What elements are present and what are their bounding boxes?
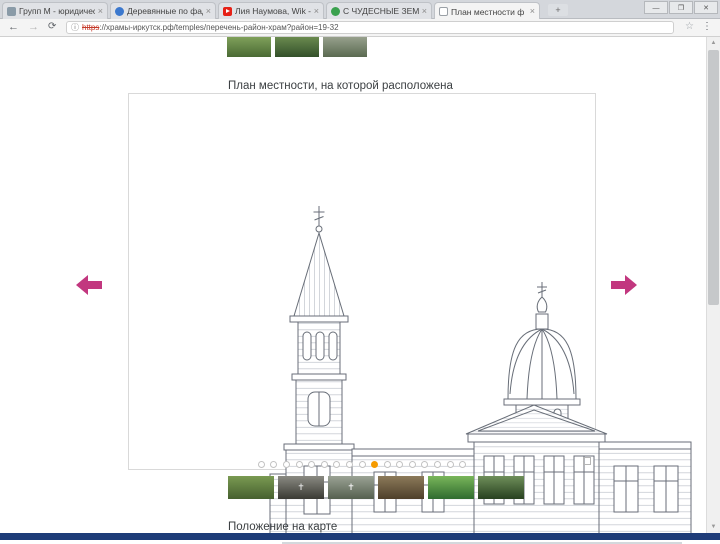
close-button[interactable]: ✕	[694, 1, 718, 14]
thumbnail[interactable]: ✝	[278, 476, 324, 499]
tab-title: Групп М - юридическ…	[19, 6, 95, 16]
thumbnail[interactable]: ✝	[328, 476, 374, 499]
carousel-dot[interactable]	[396, 461, 404, 469]
carousel-dot[interactable]	[333, 461, 341, 469]
scroll-up-icon[interactable]: ▲	[707, 37, 720, 49]
carousel-image-card	[128, 93, 698, 544]
cross-icon: ✝	[347, 482, 355, 492]
minimize-button[interactable]: —	[644, 1, 668, 14]
fullscreen-icon[interactable]	[583, 457, 591, 465]
browser-tab[interactable]: С ЧУДЕСНЫЕ ЗЕМЛИ ПЕР… ×	[326, 2, 432, 19]
tab-favicon-icon	[331, 6, 340, 16]
carousel-dot[interactable]	[270, 461, 278, 469]
browser-menu-icon[interactable]: ⋮	[702, 21, 712, 32]
carousel-prev-button[interactable]	[76, 275, 102, 295]
url-rest: ://храмы-иркутск.рф/temples/перечень-рай…	[99, 23, 339, 32]
tab-close-icon[interactable]: ×	[422, 6, 427, 16]
youtube-favicon-icon	[223, 6, 232, 16]
thumbnail-row-bottom: ✝ ✝	[228, 476, 524, 499]
section-heading-top: План местности, на которой расположена	[228, 80, 453, 92]
thumbnail[interactable]	[478, 476, 524, 499]
thumbnail[interactable]	[275, 37, 319, 57]
scroll-down-icon[interactable]: ▼	[707, 521, 720, 533]
thumbnail[interactable]	[228, 476, 274, 499]
cross-icon: ✝	[297, 482, 305, 492]
info-icon[interactable]: ⓘ	[71, 22, 79, 33]
arrow-right-icon	[611, 275, 637, 295]
carousel-dot[interactable]	[282, 461, 290, 469]
thumbnail-row-top	[227, 37, 367, 57]
carousel-dot[interactable]	[295, 461, 303, 469]
browser-tabstrip: Групп М - юридическ… × Деревянные по фад…	[0, 0, 720, 20]
carousel-dot[interactable]	[434, 461, 442, 469]
scrollbar[interactable]: ▲ ▼	[706, 37, 720, 533]
refresh-icon[interactable]: ⟳	[48, 21, 56, 32]
browser-toolbar: ← → ⟳ ⓘ https://храмы-иркутск.рф/temples…	[0, 19, 720, 37]
carousel-dots	[128, 456, 596, 474]
browser-tab[interactable]: Лия Наумова, Wik - Yo… ×	[218, 2, 324, 19]
maximize-button[interactable]: ❐	[669, 1, 693, 14]
carousel-dot[interactable]	[320, 461, 328, 469]
tab-favicon-icon	[439, 7, 448, 16]
carousel-dot[interactable]	[358, 461, 366, 469]
tab-favicon-icon	[7, 6, 16, 16]
tab-title: Деревянные по фадми…	[127, 6, 203, 16]
tab-title: План местности ф - Бурят…	[451, 6, 527, 17]
carousel-dot-active[interactable]	[371, 461, 379, 469]
scrollbar-thumb[interactable]	[708, 50, 719, 305]
thumbnail[interactable]	[323, 37, 367, 57]
thumbnail[interactable]	[227, 37, 271, 57]
tab-favicon-icon	[115, 6, 124, 16]
carousel-dot[interactable]	[459, 461, 467, 469]
thumbnail[interactable]	[378, 476, 424, 499]
carousel-dot[interactable]	[345, 461, 353, 469]
tab-close-icon[interactable]: ×	[314, 6, 319, 16]
address-bar[interactable]: ⓘ https://храмы-иркутск.рф/temples/переч…	[66, 21, 674, 34]
tab-close-icon[interactable]: ×	[206, 6, 211, 16]
carousel-dot[interactable]	[408, 461, 416, 469]
new-tab-button[interactable]: +	[548, 4, 568, 16]
carousel-next-button[interactable]	[611, 275, 637, 295]
tab-close-icon[interactable]: ×	[530, 7, 535, 16]
back-icon[interactable]: ←	[8, 21, 19, 33]
browser-tab-active[interactable]: План местности ф - Бурят… ×	[434, 2, 540, 20]
browser-tab[interactable]: Групп М - юридическ… ×	[2, 2, 108, 19]
taskbar	[0, 533, 720, 540]
carousel-dot[interactable]	[446, 461, 454, 469]
carousel-dot[interactable]	[257, 461, 265, 469]
browser-tab[interactable]: Деревянные по фадми… ×	[110, 2, 216, 19]
tab-title: Лия Наумова, Wik - Yo…	[235, 6, 311, 16]
bookmark-star-icon[interactable]: ☆	[685, 21, 694, 32]
window-controls: — ❐ ✕	[643, 1, 718, 14]
carousel-dot[interactable]	[383, 461, 391, 469]
url-scheme: https	[82, 23, 100, 32]
carousel-dot[interactable]	[421, 461, 429, 469]
thumbnail[interactable]	[428, 476, 474, 499]
section-heading-bottom: Положение на карте	[228, 521, 338, 533]
url-text: https://храмы-иркутск.рф/temples/перечен…	[82, 23, 339, 32]
carousel-dot[interactable]	[308, 461, 316, 469]
forward-icon[interactable]: →	[28, 21, 39, 33]
tab-title: С ЧУДЕСНЫЕ ЗЕМЛИ ПЕР…	[343, 6, 419, 16]
tab-close-icon[interactable]: ×	[98, 6, 103, 16]
arrow-left-icon	[76, 275, 102, 295]
